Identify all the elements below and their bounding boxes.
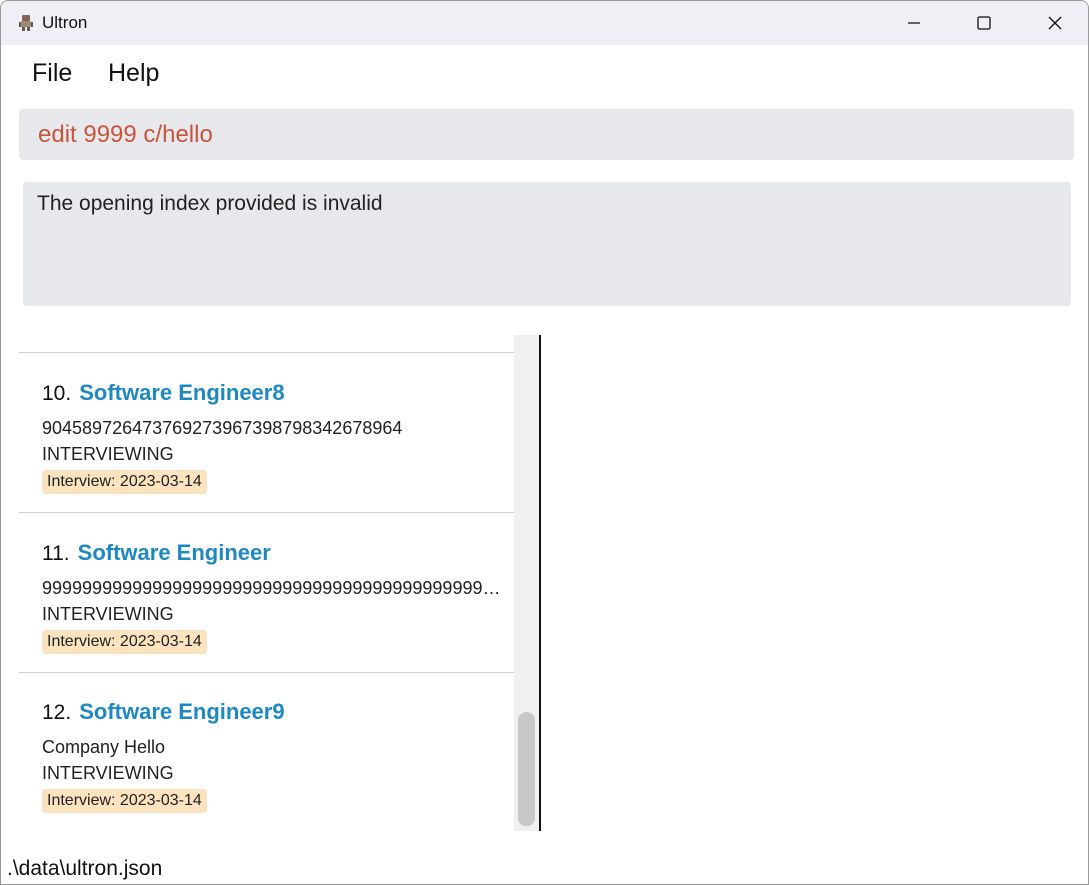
card-status: INTERVIEWING bbox=[42, 763, 174, 783]
robot-icon bbox=[19, 15, 33, 31]
command-input[interactable]: edit 9999 c/hello bbox=[19, 109, 1074, 160]
status-bar-path: .\data\ultron.json bbox=[7, 857, 163, 880]
menu-file[interactable]: File bbox=[32, 59, 72, 88]
menu-bar: File Help bbox=[1, 45, 1088, 101]
list-item[interactable]: 11. Software Engineer 9999999999999999999… bbox=[19, 513, 514, 673]
card-status: INTERVIEWING bbox=[42, 604, 174, 624]
panel-divider[interactable] bbox=[539, 335, 541, 831]
card-tag: Interview: 2023-03-14 bbox=[42, 630, 207, 654]
card-index: 11. bbox=[42, 542, 70, 565]
maximize-button[interactable] bbox=[949, 1, 1019, 45]
close-button[interactable] bbox=[1020, 1, 1088, 45]
close-icon bbox=[1048, 16, 1062, 30]
opening-list[interactable]: 10. Software Engineer8 904589726473769273… bbox=[19, 335, 514, 831]
minimize-icon bbox=[908, 22, 920, 24]
result-display[interactable]: The opening index provided is invalid bbox=[23, 182, 1071, 306]
card-header: 11. Software Engineer bbox=[42, 540, 271, 566]
list-item[interactable]: 12. Software Engineer9 Company Hello INTE… bbox=[19, 672, 514, 831]
menu-help[interactable]: Help bbox=[108, 59, 159, 88]
list-item[interactable]: 10. Software Engineer8 904589726473769273… bbox=[19, 353, 514, 513]
maximize-icon bbox=[977, 16, 991, 30]
card-company: 9999999999999999999999999999999999999999… bbox=[42, 578, 507, 598]
card-tag: Interview: 2023-03-14 bbox=[42, 470, 207, 494]
card-title: Software Engineer8 bbox=[79, 380, 285, 405]
card-index: 12. bbox=[42, 701, 72, 724]
scrollbar-thumb[interactable] bbox=[518, 712, 535, 826]
title-bar[interactable]: Ultron bbox=[1, 1, 1088, 45]
minimize-button[interactable] bbox=[879, 1, 949, 45]
app-window: Ultron File Help edit 9999 c/hello The o… bbox=[0, 0, 1089, 885]
command-input-value: edit 9999 c/hello bbox=[38, 121, 213, 148]
card-company: 90458972647376927396739879834267896​4 bbox=[42, 418, 403, 438]
card-tag: Interview: 2023-03-14 bbox=[42, 789, 207, 813]
card-index: 10. bbox=[42, 382, 72, 405]
result-message: The opening index provided is invalid bbox=[37, 192, 383, 215]
card-status: INTERVIEWING bbox=[42, 444, 174, 464]
card-header: 12. Software Engineer9 bbox=[42, 699, 285, 725]
card-title: Software Engineer bbox=[77, 540, 271, 565]
card-company: Company Hello bbox=[42, 737, 166, 757]
window-title: Ultron bbox=[42, 13, 88, 32]
card-header: 10. Software Engineer8 bbox=[42, 380, 285, 406]
card-title: Software Engineer9 bbox=[79, 699, 285, 724]
